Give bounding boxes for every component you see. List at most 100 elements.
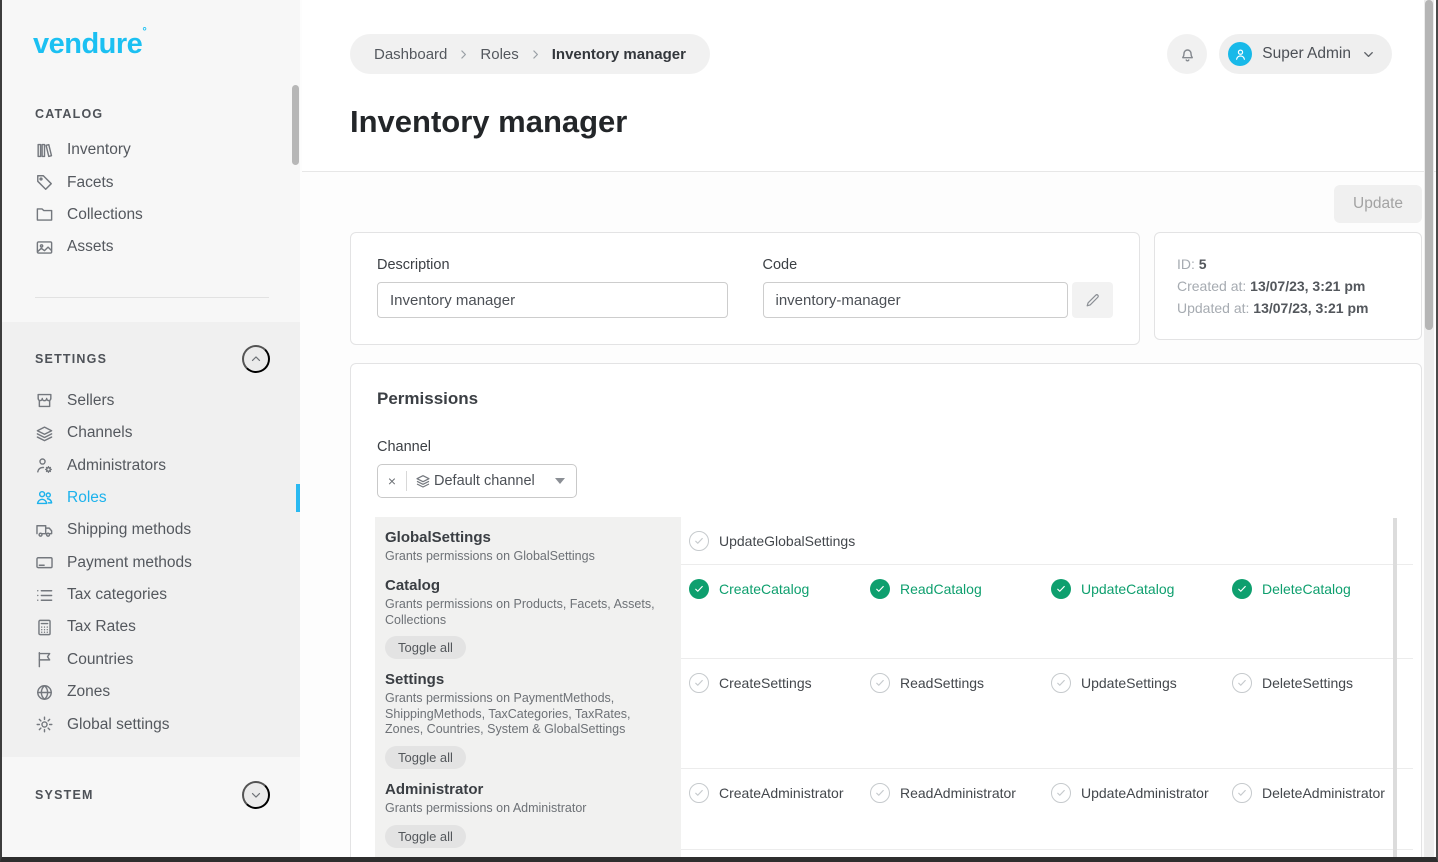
permission-label: UpdateAdministrator bbox=[1081, 785, 1209, 801]
sidebar-item-assets[interactable]: Assets bbox=[2, 231, 300, 263]
checked-circle-icon bbox=[1232, 579, 1252, 599]
sidebar-item-countries[interactable]: Countries bbox=[2, 644, 300, 676]
permission-row-administrator: AdministratorGrants permissions on Admin… bbox=[375, 769, 1395, 850]
description-input[interactable] bbox=[377, 282, 728, 318]
main-area: Dashboard Roles Inventory manager Super Ad… bbox=[302, 0, 1438, 857]
code-input[interactable] bbox=[763, 282, 1069, 318]
chevron-right-icon bbox=[529, 48, 542, 61]
store-icon bbox=[35, 391, 54, 410]
sidebar-item-label: Assets bbox=[67, 238, 114, 256]
permissions-title: Permissions bbox=[351, 364, 1421, 409]
permission-checkbox-readcatalog[interactable]: ReadCatalog bbox=[870, 579, 1051, 599]
permission-group-name: Catalog bbox=[385, 577, 665, 594]
role-detail-card: Description Code bbox=[350, 232, 1140, 345]
permission-group-name: Administrator bbox=[385, 781, 665, 798]
channel-select-value: Default channel bbox=[434, 473, 535, 489]
code-label: Code bbox=[763, 257, 1114, 273]
sidebar-item-collections[interactable]: Collections bbox=[2, 199, 300, 231]
expand-group-button[interactable] bbox=[242, 781, 270, 809]
sidebar-item-label: Payment methods bbox=[67, 554, 192, 572]
permission-checkbox-readadministrator[interactable]: ReadAdministrator bbox=[870, 783, 1051, 803]
sidebar-item-label: Sellers bbox=[67, 392, 114, 410]
permission-checkbox-updatesettings[interactable]: UpdateSettings bbox=[1051, 673, 1232, 693]
sidebar-scrollbar-thumb[interactable] bbox=[292, 85, 299, 165]
page-scrollbar-thumb[interactable] bbox=[1425, 0, 1433, 330]
permission-checkbox-updateadministrator[interactable]: UpdateAdministrator bbox=[1051, 783, 1232, 803]
chevron-down-icon bbox=[249, 788, 263, 802]
permission-label: DeleteSettings bbox=[1262, 675, 1353, 691]
unchecked-circle-icon bbox=[1051, 783, 1071, 803]
channel-label: Channel bbox=[351, 409, 1421, 455]
sidebar-item-label: Inventory bbox=[67, 141, 131, 159]
sidebar-item-facets[interactable]: Facets bbox=[2, 166, 300, 198]
meta-updated-label: Updated at: bbox=[1177, 300, 1249, 316]
toggle-all-button[interactable]: Toggle all bbox=[385, 825, 466, 848]
avatar bbox=[1228, 42, 1252, 66]
collapse-group-button[interactable] bbox=[242, 345, 270, 373]
toggle-all-button[interactable]: Toggle all bbox=[385, 636, 466, 659]
bell-icon bbox=[1178, 45, 1197, 64]
checked-circle-icon bbox=[689, 579, 709, 599]
sidebar-item-global-settings[interactable]: Global settings bbox=[2, 708, 300, 740]
meta-updated-value: 13/07/23, 3:21 pm bbox=[1253, 300, 1368, 316]
sidebar-item-label: Channels bbox=[67, 424, 133, 442]
logo-trademark-dot: ° bbox=[142, 26, 146, 38]
unchecked-circle-icon bbox=[1232, 673, 1252, 693]
edit-code-button[interactable] bbox=[1072, 282, 1113, 318]
sidebar-item-label: Roles bbox=[67, 489, 107, 507]
permission-checkbox-updateglobalsettings[interactable]: UpdateGlobalSettings bbox=[689, 531, 870, 551]
permission-checkbox-deletesettings[interactable]: DeleteSettings bbox=[1232, 673, 1413, 693]
entity-meta-card: ID: 5 Created at: 13/07/23, 3:21 pm Upda… bbox=[1154, 232, 1422, 340]
sidebar-item-roles[interactable]: Roles bbox=[2, 482, 300, 514]
permission-checkbox-updatecatalog[interactable]: UpdateCatalog bbox=[1051, 579, 1232, 599]
checked-circle-icon bbox=[870, 579, 890, 599]
code-field-group: Code bbox=[763, 257, 1114, 320]
breadcrumb-item-dashboard[interactable]: Dashboard bbox=[374, 46, 447, 63]
gear-icon bbox=[35, 715, 54, 734]
permissions-table-scrollbar[interactable] bbox=[1393, 518, 1397, 862]
permission-checkbox-createcatalog[interactable]: CreateCatalog bbox=[689, 579, 870, 599]
permission-checkbox-readsettings[interactable]: ReadSettings bbox=[870, 673, 1051, 693]
sidebar-item-label: Zones bbox=[67, 683, 110, 701]
library-icon bbox=[35, 141, 54, 160]
toggle-all-button[interactable]: Toggle all bbox=[385, 746, 466, 769]
sidebar-item-tax-rates[interactable]: Tax Rates bbox=[2, 611, 300, 643]
permission-row-settings: SettingsGrants permissions on PaymentMet… bbox=[375, 659, 1395, 769]
permission-group-name: GlobalSettings bbox=[385, 529, 665, 546]
permission-row-header: GlobalSettingsGrants permissions on Glob… bbox=[375, 517, 681, 565]
permission-row-globalsettings: GlobalSettingsGrants permissions on Glob… bbox=[375, 517, 1395, 565]
user-name: Super Admin bbox=[1262, 45, 1351, 63]
permission-label: UpdateCatalog bbox=[1081, 581, 1174, 597]
notifications-button[interactable] bbox=[1167, 34, 1207, 74]
permission-checkbox-deletecatalog[interactable]: DeleteCatalog bbox=[1232, 579, 1413, 599]
sidebar-item-payment-methods[interactable]: Payment methods bbox=[2, 547, 300, 579]
meta-id-value: 5 bbox=[1199, 256, 1207, 272]
user-menu-button[interactable]: Super Admin bbox=[1219, 34, 1392, 74]
sidebar-divider bbox=[35, 297, 269, 298]
permission-checkbox-createadministrator[interactable]: CreateAdministrator bbox=[689, 783, 870, 803]
page-scrollbar-track[interactable] bbox=[1424, 0, 1434, 857]
page-title: Inventory manager bbox=[350, 104, 1392, 140]
permission-checkbox-deleteadministrator[interactable]: DeleteAdministrator bbox=[1232, 783, 1413, 803]
checked-circle-icon bbox=[1051, 579, 1071, 599]
permission-checkbox-createsettings[interactable]: CreateSettings bbox=[689, 673, 870, 693]
sidebar-item-shipping-methods[interactable]: Shipping methods bbox=[2, 514, 300, 546]
unchecked-circle-icon bbox=[1051, 673, 1071, 693]
breadcrumb-item-roles[interactable]: Roles bbox=[480, 46, 518, 63]
globe-icon bbox=[35, 683, 54, 702]
permission-label: DeleteAdministrator bbox=[1262, 785, 1385, 801]
sidebar-item-inventory[interactable]: Inventory bbox=[2, 134, 300, 166]
sidebar-item-label: Tax categories bbox=[67, 586, 167, 604]
permission-label: CreateCatalog bbox=[719, 581, 809, 597]
channel-select[interactable]: × Default channel bbox=[377, 464, 577, 498]
sidebar-item-channels[interactable]: Channels bbox=[2, 417, 300, 449]
sidebar-item-sellers[interactable]: Sellers bbox=[2, 385, 300, 417]
sidebar-item-administrators[interactable]: Administrators bbox=[2, 449, 300, 481]
remove-channel-button[interactable]: × bbox=[378, 465, 406, 497]
update-button[interactable]: Update bbox=[1334, 185, 1422, 223]
sidebar-item-zones[interactable]: Zones bbox=[2, 676, 300, 708]
sidebar-item-tax-categories[interactable]: Tax categories bbox=[2, 579, 300, 611]
description-field-group: Description bbox=[377, 257, 728, 320]
sidebar-group-label-text: SETTINGS bbox=[35, 352, 107, 366]
breadcrumb: DashboardRolesInventory manager bbox=[350, 34, 710, 74]
